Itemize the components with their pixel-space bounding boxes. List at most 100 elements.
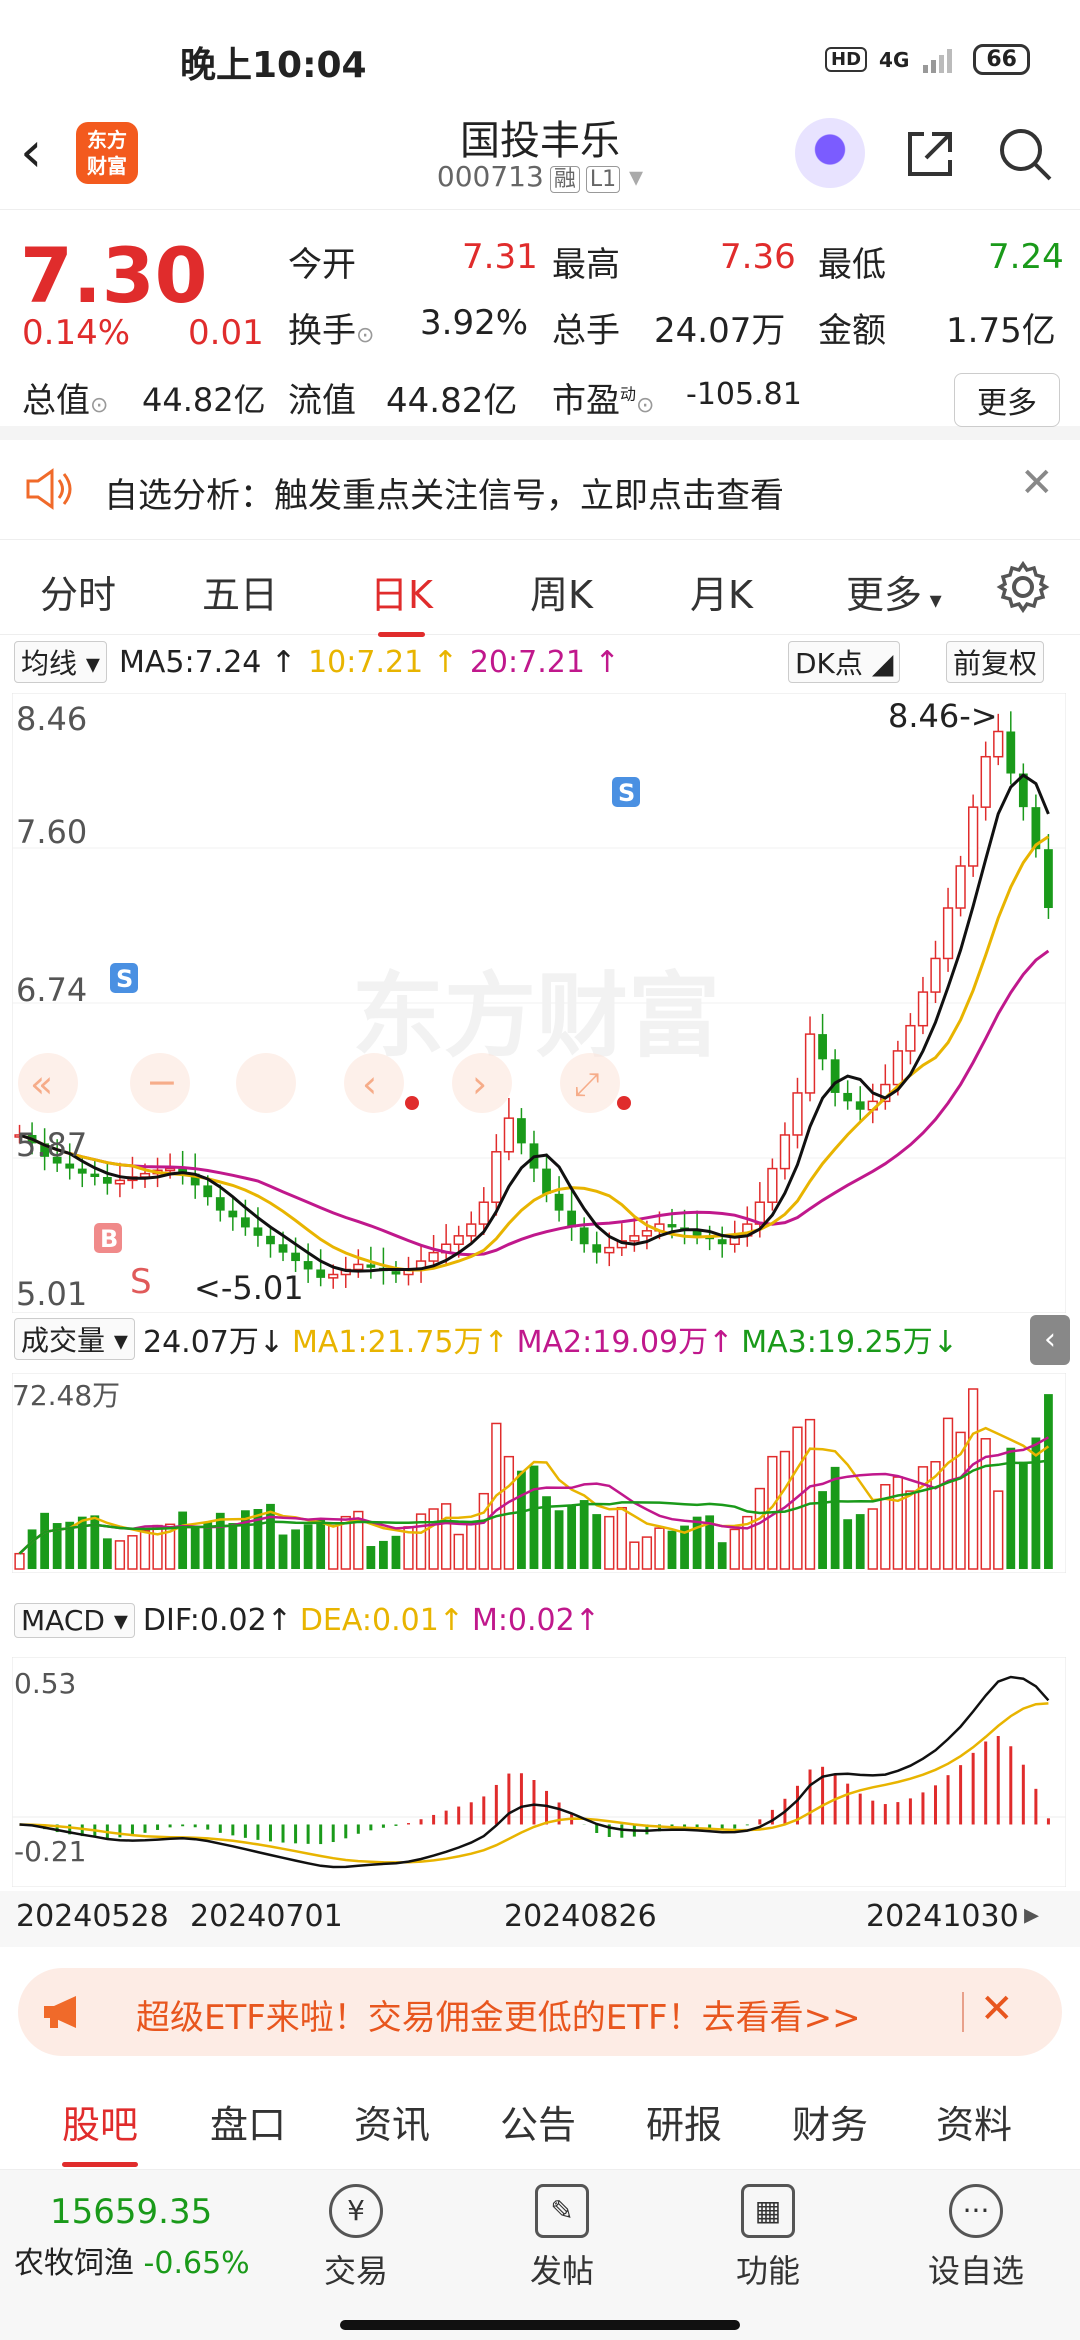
info-icon[interactable]: ⊙ <box>356 323 374 348</box>
volume-bar <box>667 1530 677 1569</box>
more-dots-icon: ··· <box>949 2184 1003 2238</box>
volume-bar <box>892 1476 904 1570</box>
amount-label: 金额 <box>818 311 886 351</box>
search-icon[interactable] <box>995 124 1055 184</box>
add-watchlist-button[interactable]: ··· 设自选 <box>906 2184 1046 2292</box>
kline-chart[interactable]: 东方财富 8.46 7.60 6.74 5.87 5.01 8.46-> <-5… <box>12 693 1066 1313</box>
low-label: 最低 <box>818 245 886 285</box>
chevron-left-icon[interactable]: ‹ <box>362 1062 377 1106</box>
volume-bar <box>316 1519 326 1569</box>
banner-close-icon[interactable]: ✕ <box>980 1986 1014 2032</box>
tab-intraday[interactable]: 分时 <box>40 564 116 619</box>
add-watchlist-label: 设自选 <box>927 2252 1024 2290</box>
chart-area[interactable]: 均线 ▾ MA5:7.24 ↑ 10:7.21 ↑ 20:7.21 ↑ DK点 … <box>0 635 1080 1955</box>
volume-bar <box>905 1490 916 1570</box>
candle <box>428 1251 439 1262</box>
double-left-icon[interactable]: « <box>30 1062 53 1106</box>
y-label-3: 6.74 <box>16 971 87 1009</box>
tab-news[interactable]: 资讯 <box>354 2094 430 2149</box>
bottom-bar: 15659.35 农牧饲渔 -0.65% ¥ 交易 ✎ 发帖 ▦ 功能 ··· 设自选 <box>0 2170 1080 2340</box>
watermark: 东方财富 <box>352 963 720 1070</box>
volume-chart[interactable]: 72.48万 <box>12 1373 1066 1573</box>
tab-five-day[interactable]: 五日 <box>202 564 278 619</box>
date-label-4: 20241030 <box>866 1899 1019 1934</box>
ma-legend: 均线 ▾ MA5:7.24 ↑ 10:7.21 ↑ 20:7.21 ↑ <box>14 641 620 683</box>
collapse-panel-button[interactable]: ‹ <box>1030 1315 1070 1365</box>
tab-finance[interactable]: 财务 <box>792 2094 868 2149</box>
info-icon[interactable]: ⊙ <box>90 393 108 418</box>
more-quote-button[interactable]: 更多 <box>954 373 1060 427</box>
volume-bar <box>114 1540 126 1570</box>
candle <box>503 1117 515 1153</box>
candle <box>278 1244 288 1253</box>
trade-label: 交易 <box>323 2252 388 2290</box>
settings-gear-icon[interactable] <box>996 560 1050 614</box>
share-icon[interactable] <box>902 126 958 182</box>
candle <box>90 1173 100 1177</box>
volume-bar <box>391 1535 401 1569</box>
etf-banner[interactable]: 超级ETF来啦！交易佣金更低的ETF！去看看>> ✕ <box>18 1968 1062 2056</box>
candle <box>203 1185 213 1198</box>
info-icon[interactable]: ⊙ <box>636 393 654 418</box>
robot-assistant-icon[interactable] <box>795 118 865 188</box>
tab-guba[interactable]: 股吧 <box>62 2094 139 2167</box>
volume-select[interactable]: 成交量 ▾ <box>14 1318 135 1360</box>
period-tabs: 分时 五日 日K 周K 月K 更多 ▾ <box>0 540 1080 637</box>
volume-bar <box>692 1516 702 1569</box>
candle <box>316 1269 326 1278</box>
tab-announcement[interactable]: 公告 <box>500 2094 576 2149</box>
candle <box>1006 731 1016 774</box>
post-button[interactable]: ✎ 发帖 <box>492 2184 632 2292</box>
trade-button[interactable]: ¥ 交易 <box>286 2184 426 2292</box>
macd-legend: MACD ▾ DIF:0.02↑ DEA:0.01↑ M:0.02↑ <box>14 1603 600 1638</box>
volume-value: 24.07万 <box>654 311 786 351</box>
volume-bar <box>641 1536 653 1570</box>
volume-bar <box>629 1541 640 1570</box>
volume-bar <box>942 1417 954 1570</box>
tab-research[interactable]: 研报 <box>646 2094 722 2149</box>
open-value: 7.31 <box>462 237 538 277</box>
fq-button[interactable]: 前复权 <box>946 641 1045 683</box>
candle <box>667 1224 677 1228</box>
macd-chart[interactable]: 0.53 -0.21 <box>12 1657 1066 1887</box>
volume-bar <box>804 1418 816 1570</box>
ma10-legend: 10:7.21 ↑ <box>308 644 458 680</box>
index-ticker[interactable]: 15659.35 农牧饲渔 -0.65% <box>14 2192 250 2282</box>
candle <box>767 1167 778 1203</box>
tab-profile[interactable]: 资料 <box>936 2094 1012 2149</box>
tab-more[interactable]: 更多 ▾ <box>846 564 942 619</box>
zoom-out-icon[interactable]: − <box>146 1060 178 1104</box>
candle <box>554 1193 564 1211</box>
volume-bar <box>379 1540 388 1569</box>
expand-icon[interactable]: ⤢ <box>574 1065 600 1103</box>
sell-marker[interactable]: S <box>110 963 138 993</box>
tab-monthly-k[interactable]: 月K <box>690 564 753 619</box>
function-button[interactable]: ▦ 功能 <box>698 2184 838 2292</box>
tab-weekly-k[interactable]: 周K <box>530 564 593 619</box>
dk-point-button[interactable]: DK点 ◢ <box>788 641 901 683</box>
candle <box>303 1261 313 1270</box>
chevron-right-icon[interactable]: › <box>472 1062 487 1106</box>
macd-dif-text: DIF:0.02 <box>142 1603 267 1638</box>
current-price: 7.30 <box>20 231 208 320</box>
tab-daily-k[interactable]: 日K <box>370 564 433 637</box>
macd-select[interactable]: MACD ▾ <box>14 1603 135 1638</box>
volume-bar <box>190 1526 200 1569</box>
pe-label: 市盈动⊙ <box>552 373 654 422</box>
candle <box>592 1244 602 1253</box>
volume-bar <box>1031 1437 1041 1569</box>
tab-pankou[interactable]: 盘口 <box>210 2094 286 2149</box>
date-label-1: 20240528 <box>16 1899 169 1934</box>
sell-marker-2[interactable]: S <box>612 777 640 807</box>
home-indicator <box>340 2320 740 2330</box>
high-label: 最高 <box>552 245 620 285</box>
status-icons: HD 4G 66 <box>825 44 1030 75</box>
ma-select[interactable]: 均线 ▾ <box>14 641 107 683</box>
play-icon[interactable]: ▸ <box>1024 1897 1039 1932</box>
chevron-down-icon: ▾ <box>922 586 942 614</box>
volume-bar <box>428 1508 439 1570</box>
buy-marker[interactable]: B <box>94 1223 122 1253</box>
y-label-bottom: 5.01 <box>16 1275 87 1313</box>
close-icon[interactable]: ✕ <box>1020 460 1054 506</box>
alert-bar[interactable]: 自选分析：触发重点关注信号，立即点击查看 ✕ <box>0 440 1080 540</box>
